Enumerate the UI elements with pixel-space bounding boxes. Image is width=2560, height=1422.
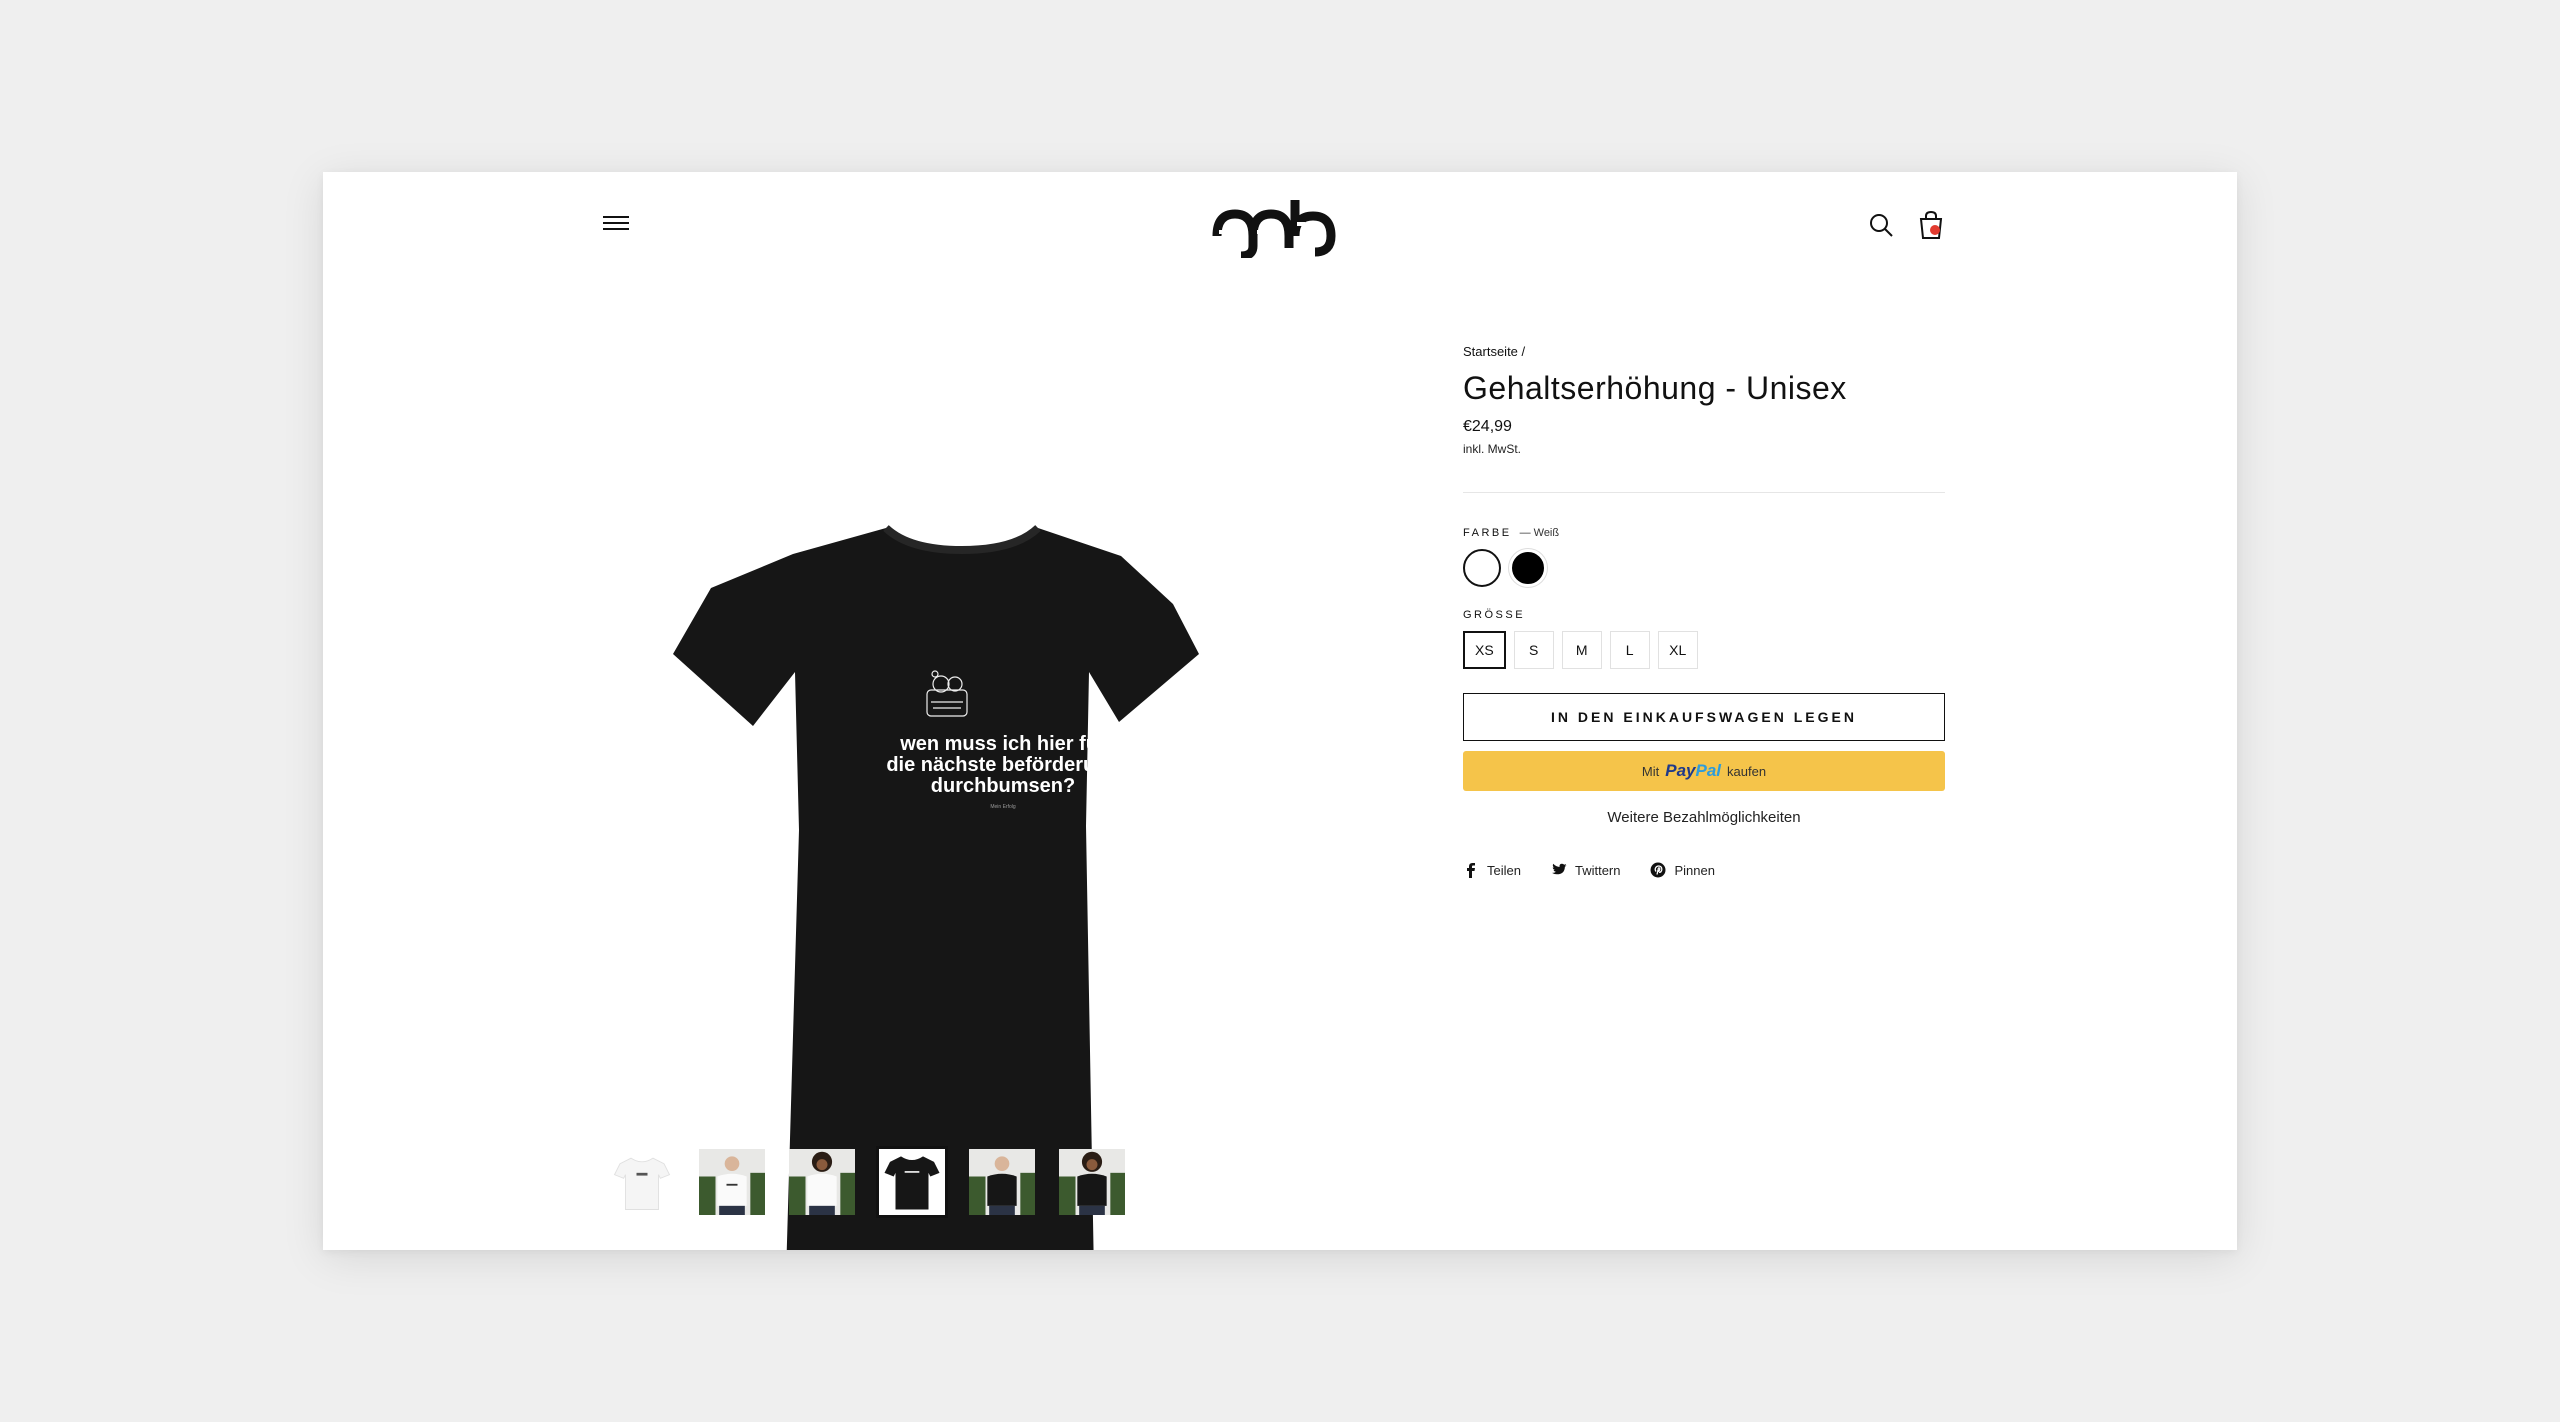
share-facebook[interactable]: Teilen xyxy=(1463,862,1521,878)
breadcrumb[interactable]: Startseite / xyxy=(1463,344,1945,359)
share-links: Teilen Twittern Pinnen xyxy=(1463,862,1945,878)
thumbnail-white-tee[interactable] xyxy=(606,1146,678,1218)
color-label-row: FARBE — Weiß xyxy=(1463,527,1945,539)
share-pinterest-label: Pinnen xyxy=(1674,862,1715,878)
hamburger-menu-icon[interactable] xyxy=(603,212,629,238)
pinterest-icon xyxy=(1650,862,1666,878)
cart-count-badge xyxy=(1930,225,1940,235)
size-s[interactable]: S xyxy=(1513,631,1554,669)
color-selected-value: — Weiß xyxy=(1519,527,1560,539)
product-title: Gehaltserhöhung - Unisex xyxy=(1463,370,1847,406)
product-price: €24,99 xyxy=(1463,418,1512,435)
size-l[interactable]: L xyxy=(1609,631,1650,669)
size-label-row: GRÖSSE xyxy=(1463,609,1945,621)
more-payment-options-link[interactable]: Weitere Bezahlmöglichkeiten xyxy=(1463,809,1945,826)
product-info: Startseite / Gehaltserhöhung - Unisex €2… xyxy=(1463,344,1945,878)
color-label: FARBE xyxy=(1463,527,1512,539)
size-label: GRÖSSE xyxy=(1463,609,1526,621)
swatch-black[interactable] xyxy=(1509,549,1547,587)
tshirt-print-small: Mein Erfolg xyxy=(990,804,1016,810)
add-to-cart-button[interactable]: IN DEN EINKAUFSWAGEN LEGEN xyxy=(1463,693,1945,741)
gmb-logo[interactable] xyxy=(1211,192,1337,258)
product-main-image[interactable]: wen muss ich hier für die nächste beförd… xyxy=(633,342,1373,1250)
share-pinterest[interactable]: Pinnen xyxy=(1650,862,1715,878)
thumbnail-model-black-1[interactable] xyxy=(966,1146,1038,1218)
paypal-prefix: Mit xyxy=(1641,763,1660,779)
paypal-logo: PayPal xyxy=(1665,761,1722,780)
size-xl[interactable]: XL xyxy=(1657,631,1698,669)
thumbnail-model-black-2[interactable] xyxy=(1056,1146,1128,1218)
swatch-white[interactable] xyxy=(1463,549,1501,587)
color-swatches xyxy=(1463,549,1945,587)
thumbnail-model-white-2[interactable] xyxy=(786,1146,858,1218)
size-xs[interactable]: XS xyxy=(1463,631,1506,669)
divider xyxy=(1463,492,1945,493)
thumbnail-model-white-1[interactable] xyxy=(696,1146,768,1218)
size-m[interactable]: M xyxy=(1561,631,1602,669)
tshirt-print-line-1: wen muss ich hier für xyxy=(900,733,1106,755)
search-icon[interactable] xyxy=(1868,212,1894,238)
share-facebook-label: Teilen xyxy=(1487,862,1521,878)
facebook-icon xyxy=(1467,863,1475,878)
paypal-suffix: kaufen xyxy=(1727,763,1767,779)
browser-page: wen muss ich hier für die nächste beförd… xyxy=(323,172,2237,1250)
share-twitter-label: Twittern xyxy=(1574,862,1621,878)
thumbnail-black-tee[interactable] xyxy=(876,1146,948,1218)
tshirt-print-line-3: durchbumsen? xyxy=(930,775,1076,797)
tshirt-print-line-2: die nächste beförderung xyxy=(886,754,1120,776)
paypal-button[interactable]: Mit PayPal kaufen xyxy=(1463,751,1945,791)
tax-note: inkl. MwSt. xyxy=(1463,442,1522,456)
share-twitter[interactable]: Twittern xyxy=(1551,862,1621,878)
size-options: XS S M L XL xyxy=(1463,631,1945,669)
thumbnail-strip xyxy=(606,1146,1128,1218)
twitter-icon xyxy=(1551,863,1567,875)
